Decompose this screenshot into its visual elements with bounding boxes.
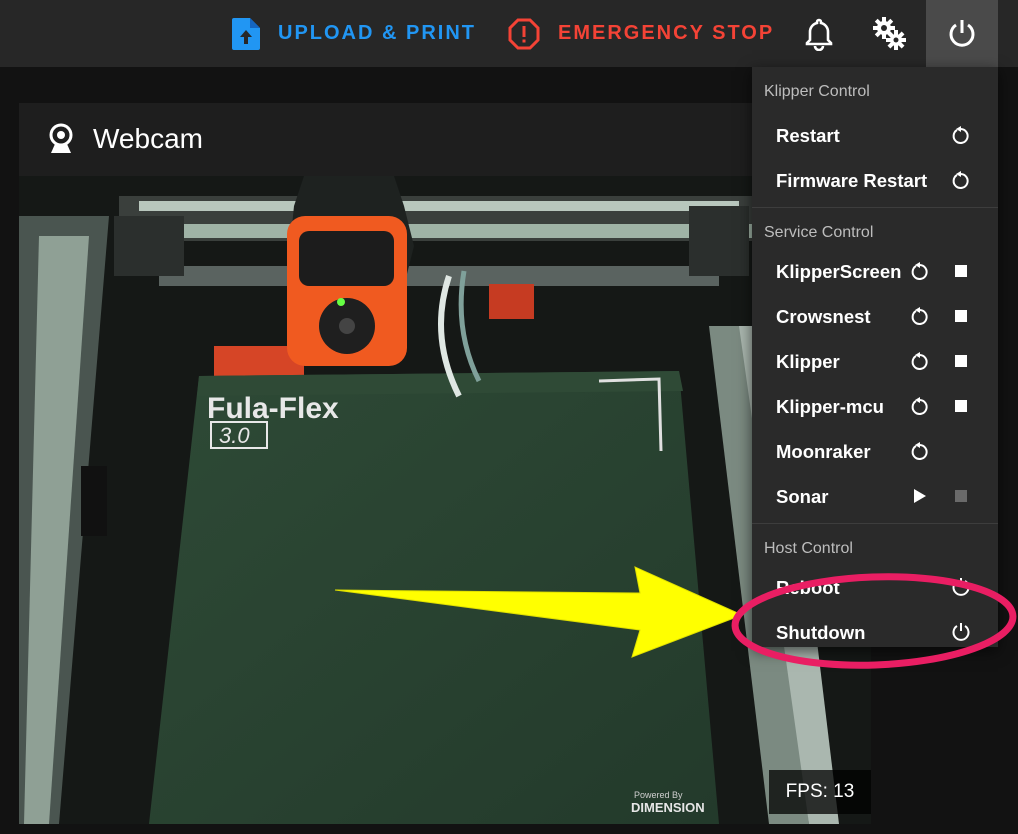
menu-item-klipperscreen[interactable]: KlipperScreen [752, 249, 998, 294]
menu-item-moonraker[interactable]: Moonraker [752, 429, 998, 474]
menu-item-label: Restart [776, 124, 840, 146]
gears-icon [873, 16, 906, 50]
stop-icon[interactable] [951, 351, 971, 371]
fps-counter: FPS: 13 [769, 770, 871, 814]
bed-brand-text: Fula-Flex [207, 392, 339, 425]
stop-icon[interactable] [951, 396, 971, 416]
app-bar: UPLOAD & PRINT EMERGENCY STOP [0, 0, 1018, 67]
menu-item-label: Klipper [776, 350, 840, 372]
menu-item-label: Reboot [776, 576, 840, 598]
stop-icon[interactable] [951, 261, 971, 281]
menu-item-shutdown[interactable]: Shutdown [752, 610, 998, 655]
menu-item-label: KlipperScreen [776, 260, 902, 282]
bed-version-text: 3.0 [219, 423, 250, 448]
menu-item-label: Shutdown [776, 621, 866, 643]
power-menu: Klipper Control Restart Firmware Restart… [752, 67, 998, 647]
menu-item-sonar[interactable]: Sonar [752, 474, 998, 519]
menu-item-label: Firmware Restart [776, 169, 928, 191]
restart-icon[interactable] [910, 261, 930, 281]
emergency-stop-button[interactable]: EMERGENCY STOP [508, 0, 774, 67]
menu-item-label: Klipper-mcu [776, 395, 884, 417]
emergency-stop-label: EMERGENCY STOP [558, 22, 775, 44]
power-button[interactable] [926, 0, 998, 67]
menu-item-label: Sonar [776, 485, 829, 507]
power-icon [949, 19, 975, 47]
host-control-header: Host Control [764, 540, 853, 557]
power-icon[interactable] [951, 577, 971, 597]
webcam-card-header: Webcam [19, 103, 871, 175]
upload-print-button[interactable]: UPLOAD & PRINT [232, 0, 476, 67]
menu-item-reboot[interactable]: Reboot [752, 565, 998, 610]
webcam-title: Webcam [93, 123, 203, 154]
restart-icon[interactable] [951, 170, 971, 190]
restart-icon[interactable] [910, 396, 930, 416]
menu-item-klipper-mcu[interactable]: Klipper-mcu [752, 384, 998, 429]
menu-item-label: Crowsnest [776, 305, 871, 327]
restart-icon[interactable] [910, 441, 930, 461]
upload-file-icon [232, 17, 260, 50]
stop-icon [951, 486, 971, 506]
printer-camera-image: Fula-Flex 3.0 Powered By DIMENSION [19, 176, 871, 824]
play-icon[interactable] [910, 486, 930, 506]
menu-item-klipper[interactable]: Klipper [752, 339, 998, 384]
webcam-stream: Fula-Flex 3.0 Powered By DIMENSION FPS: … [19, 176, 871, 824]
notifications-button[interactable] [783, 0, 855, 67]
bed-footer-2: DIMENSION [631, 800, 705, 815]
menu-item-restart[interactable]: Restart [752, 113, 998, 158]
upload-print-label: UPLOAD & PRINT [278, 22, 476, 44]
restart-icon[interactable] [910, 306, 930, 326]
restart-icon[interactable] [910, 351, 930, 371]
webcam-icon [49, 123, 73, 153]
bed-footer-1: Powered By [634, 790, 683, 800]
power-icon[interactable] [951, 622, 971, 642]
settings-button[interactable] [854, 0, 926, 67]
klipper-control-header: Klipper Control [764, 83, 870, 100]
bell-icon [805, 18, 833, 51]
service-control-header: Service Control [764, 224, 874, 241]
stop-icon[interactable] [951, 306, 971, 326]
menu-item-crowsnest[interactable]: Crowsnest [752, 294, 998, 339]
alert-octagon-icon [508, 18, 540, 49]
restart-icon[interactable] [951, 125, 971, 145]
menu-item-firmware-restart[interactable]: Firmware Restart [752, 158, 998, 203]
menu-item-label: Moonraker [776, 440, 871, 462]
webcam-card: Webcam Fula-Flex 3.0 Powered By DIMENSIO… [19, 103, 871, 824]
